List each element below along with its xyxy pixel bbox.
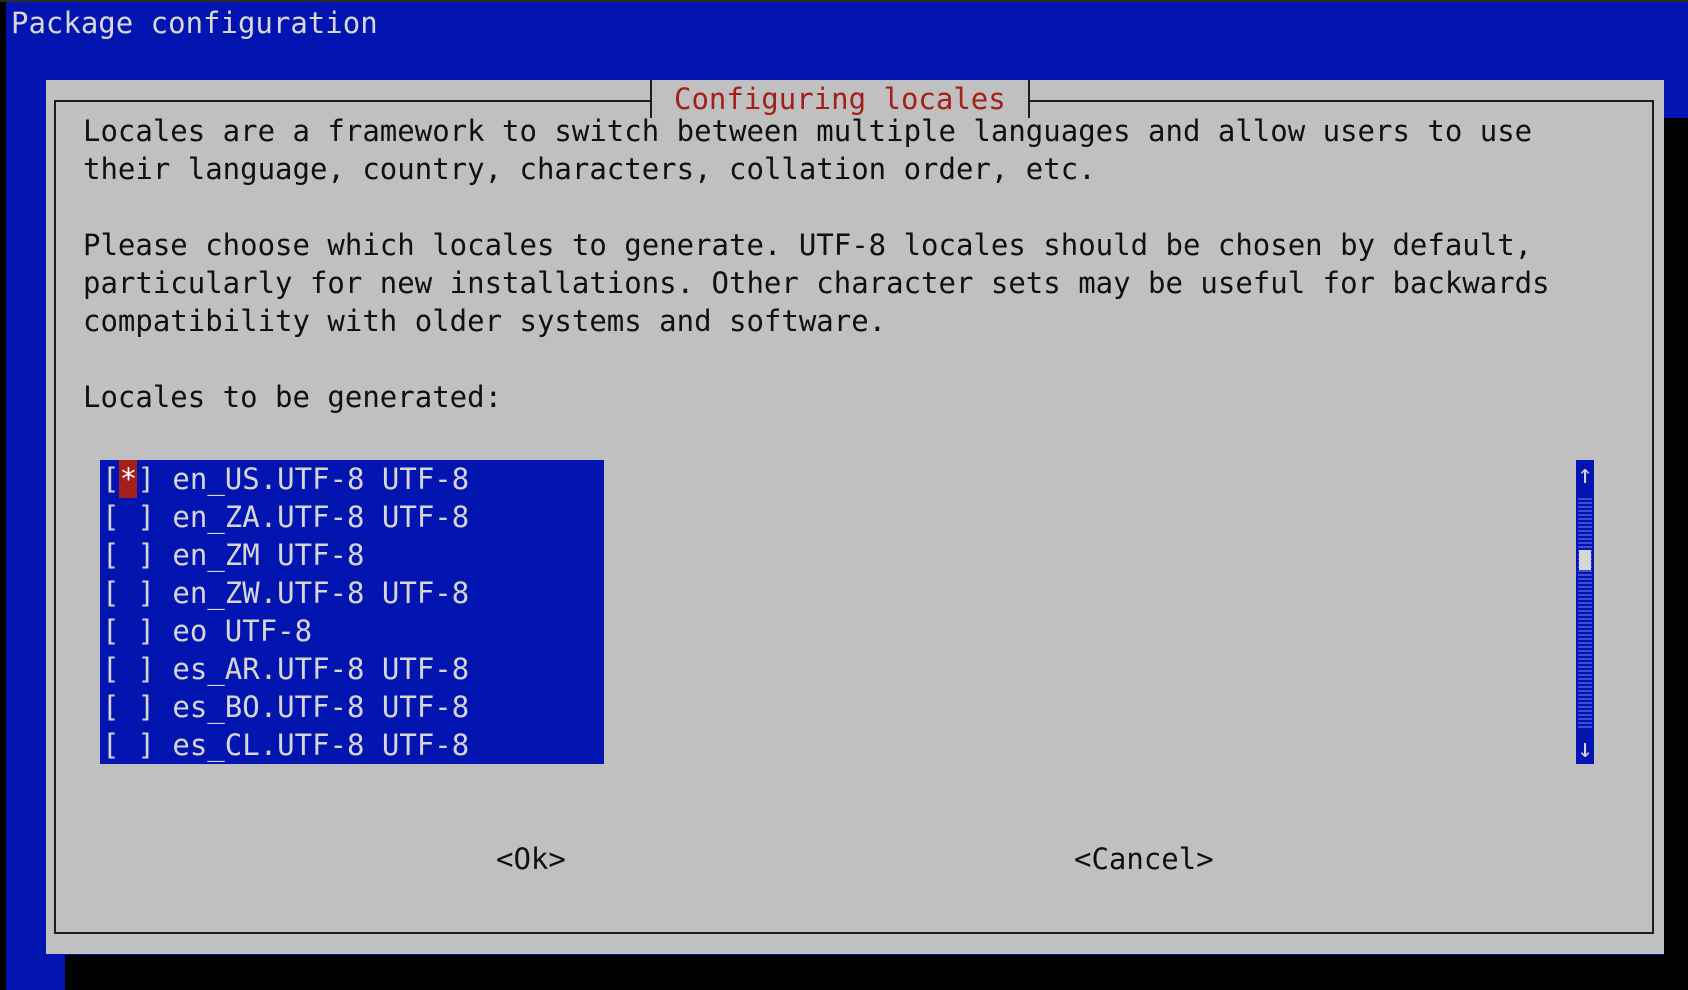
locale-item-en-zm[interactable]: [ ] en_ZM UTF-8 — [100, 536, 604, 574]
list-scrollbar[interactable]: ↑ ↓ — [1576, 460, 1594, 764]
checkbox[interactable]: [ ] — [102, 728, 155, 762]
scroll-up-arrow-icon[interactable]: ↑ — [1576, 460, 1594, 490]
cancel-button[interactable]: <Cancel> — [1074, 840, 1214, 878]
ok-button[interactable]: <Ok> — [496, 840, 566, 878]
locale-item-es-ar[interactable]: [ ] es_AR.UTF-8 UTF-8 — [100, 650, 604, 688]
instruction-line-1: Please choose which locales to generate.… — [83, 228, 1533, 262]
checkbox-mark — [119, 574, 137, 612]
checkbox-mark — [119, 612, 137, 650]
list-label: Locales to be generated: — [83, 380, 503, 414]
checkbox-mark — [119, 688, 137, 726]
checkbox[interactable]: [*] — [102, 460, 155, 498]
checkbox-mark — [119, 650, 137, 688]
locale-name: es_AR.UTF-8 UTF-8 — [172, 652, 470, 686]
checkbox[interactable]: [ ] — [102, 690, 155, 724]
checkbox-mark — [119, 498, 137, 536]
checkbox-mark — [119, 726, 137, 764]
scroll-down-arrow-icon[interactable]: ↓ — [1576, 734, 1594, 764]
scroll-thumb[interactable] — [1579, 550, 1591, 570]
instruction-line-3: compatibility with older systems and sof… — [83, 304, 887, 338]
locale-item-en-zw[interactable]: [ ] en_ZW.UTF-8 UTF-8 — [100, 574, 604, 612]
terminal-window: Package configuration Configuring locale… — [0, 0, 1688, 990]
scroll-track[interactable] — [1578, 498, 1592, 728]
description-line-2: their language, country, characters, col… — [83, 152, 1096, 186]
locale-name: es_BO.UTF-8 UTF-8 — [172, 690, 470, 724]
locale-item-en-us[interactable]: [*] en_US.UTF-8 UTF-8 — [100, 460, 604, 498]
checkbox[interactable]: [ ] — [102, 614, 155, 648]
locale-item-es-bo[interactable]: [ ] es_BO.UTF-8 UTF-8 — [100, 688, 604, 726]
configuring-locales-dialog: Configuring locales Locales are a framew… — [46, 80, 1664, 954]
checkbox-mark: * — [119, 460, 138, 498]
locale-name: eo UTF-8 — [172, 614, 313, 648]
locale-item-en-za[interactable]: [ ] en_ZA.UTF-8 UTF-8 — [100, 498, 604, 536]
locale-name: en_ZW.UTF-8 UTF-8 — [172, 576, 470, 610]
description-line-1: Locales are a framework to switch betwee… — [83, 114, 1533, 148]
checkbox[interactable]: [ ] — [102, 538, 155, 572]
locale-name: es_CL.UTF-8 UTF-8 — [172, 728, 470, 762]
dialog-shadow — [1664, 118, 1688, 955]
checkbox[interactable]: [ ] — [102, 500, 155, 534]
checkbox[interactable]: [ ] — [102, 576, 155, 610]
locale-checklist[interactable]: [*] en_US.UTF-8 UTF-8 [ ] en_ZA.UTF-8 UT… — [100, 460, 604, 764]
locale-item-eo[interactable]: [ ] eo UTF-8 — [100, 612, 604, 650]
locale-item-es-cl[interactable]: [ ] es_CL.UTF-8 UTF-8 — [100, 726, 604, 764]
locale-name: en_ZA.UTF-8 UTF-8 — [172, 500, 470, 534]
backtitle: Package configuration — [11, 6, 378, 40]
checkbox[interactable]: [ ] — [102, 652, 155, 686]
window-top-border — [0, 0, 1688, 2]
locale-name: en_ZM UTF-8 — [172, 538, 365, 572]
locale-name: en_US.UTF-8 UTF-8 — [172, 462, 470, 496]
dialog-shadow-bottom — [65, 955, 1688, 990]
instruction-line-2: particularly for new installations. Othe… — [83, 266, 1550, 300]
checkbox-mark — [119, 536, 137, 574]
